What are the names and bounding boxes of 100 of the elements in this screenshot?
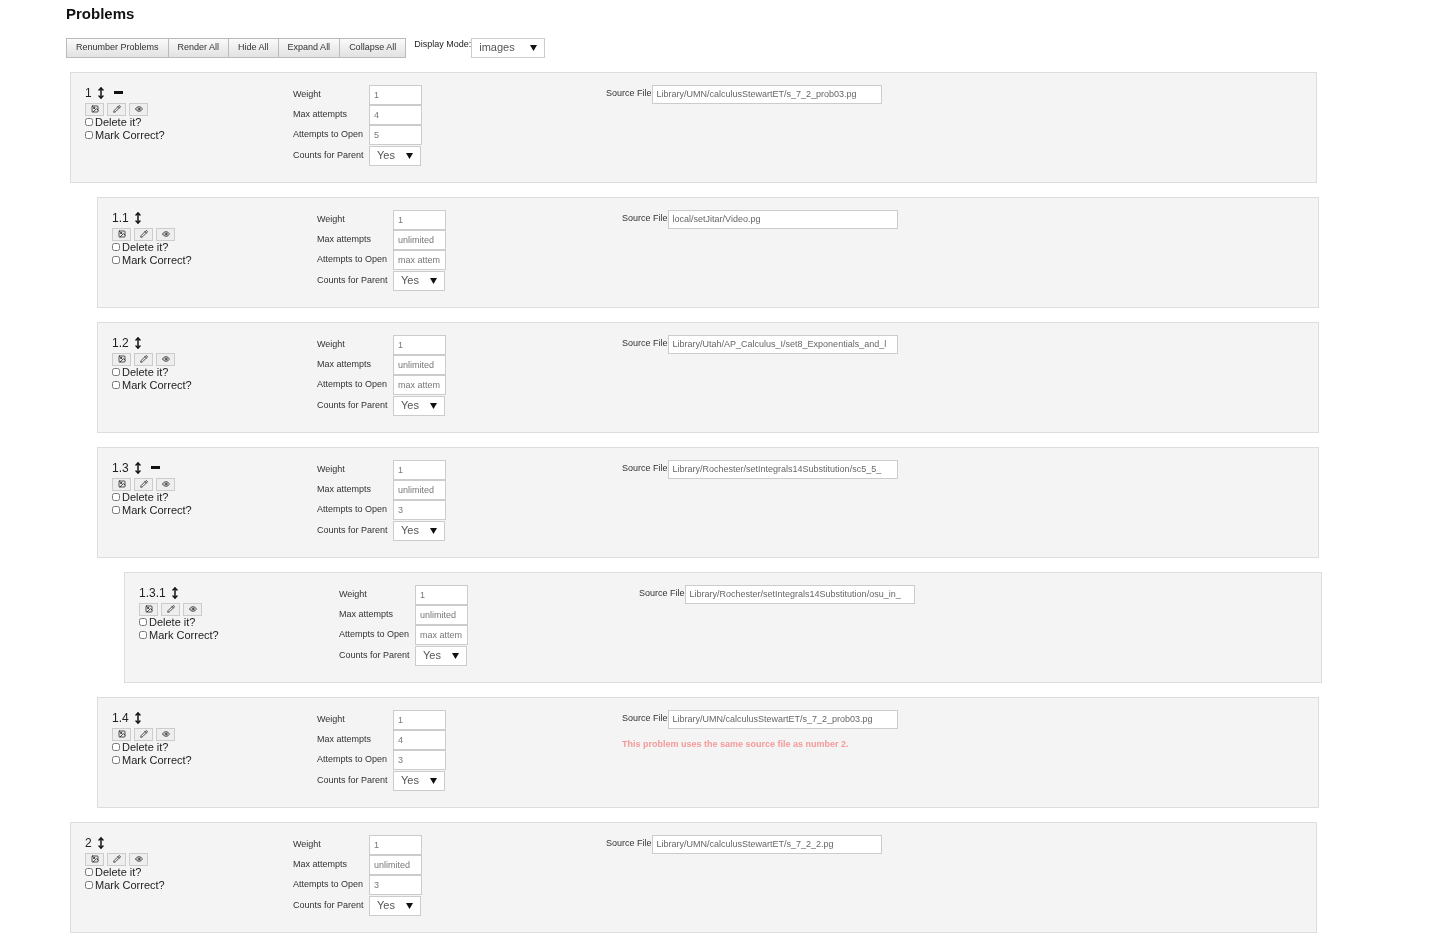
eye-button[interactable] (156, 727, 175, 741)
number-field[interactable]: 4 (393, 729, 446, 750)
eye-button[interactable] (156, 477, 175, 491)
checkbox[interactable] (112, 243, 120, 251)
source-file-field[interactable]: Library/UMN/calculusStewartET/s_7_2_prob03.pg (651, 84, 882, 104)
number-field[interactable]: 3 (393, 499, 446, 520)
number-field[interactable]: 1 (415, 584, 468, 605)
checkbox[interactable] (112, 493, 120, 501)
field-label: Attempts to Open (293, 127, 365, 141)
counts-select[interactable]: Yes (369, 895, 421, 916)
image-button[interactable] (112, 352, 131, 366)
toolbar-button[interactable]: Hide All (228, 37, 279, 58)
checkbox-label: Delete it? (95, 864, 142, 880)
number-field[interactable]: unlimited (393, 229, 446, 250)
image-button[interactable] (112, 727, 131, 741)
problem-number: 1 (85, 84, 92, 102)
number-field[interactable]: max attem (415, 624, 468, 645)
field-label: Source File (622, 462, 668, 476)
number-field[interactable]: 1 (393, 709, 446, 730)
number-field[interactable]: 5 (369, 124, 422, 145)
problem-number: 1.2 (112, 334, 129, 352)
collapse-icon[interactable] (113, 91, 123, 94)
checkbox[interactable] (85, 131, 93, 139)
checkbox[interactable] (112, 368, 120, 376)
toolbar-button[interactable]: Expand All (277, 37, 341, 58)
eye-button[interactable] (156, 352, 175, 366)
problem-number: 2 (85, 834, 92, 852)
caret-icon (430, 402, 437, 409)
checkbox[interactable] (85, 881, 93, 889)
checkbox[interactable] (112, 381, 120, 389)
field-label: Source File (606, 87, 652, 101)
checkbox[interactable] (112, 756, 120, 764)
collapse-icon[interactable] (150, 466, 160, 469)
number-field[interactable]: 1 (393, 209, 446, 230)
counts-select[interactable]: Yes (393, 395, 445, 416)
number-field[interactable]: unlimited (393, 479, 446, 500)
counts-select[interactable]: Yes (393, 520, 445, 541)
counts-select[interactable]: Yes (415, 645, 467, 666)
checkbox-label: Mark Correct? (95, 127, 165, 143)
field-label: Weight (317, 462, 346, 476)
checkbox[interactable] (139, 618, 147, 626)
problem-number: 1.3 (112, 459, 129, 477)
field-label: Max attempts (317, 482, 373, 496)
number-field[interactable]: 4 (369, 104, 422, 125)
number-field[interactable]: unlimited (393, 354, 446, 375)
image-icon (117, 730, 126, 738)
checkbox-label: Mark Correct? (149, 627, 219, 643)
checkbox[interactable] (112, 256, 120, 264)
field-label: Counts for Parent (317, 273, 389, 287)
source-file-field[interactable]: Library/UMN/calculusStewartET/s_7_2_2.pg (651, 834, 882, 854)
image-button[interactable] (139, 602, 158, 616)
image-button[interactable] (112, 477, 131, 491)
checkbox-label: Mark Correct? (122, 377, 192, 393)
checkbox[interactable] (85, 118, 93, 126)
checkbox-label: Delete it? (122, 739, 169, 755)
source-file-field[interactable]: Library/Rochester/setIntegrals14Substitution/sc5_5_ (667, 459, 898, 479)
image-button[interactable] (85, 852, 104, 866)
field-label: Weight (339, 587, 368, 601)
number-field[interactable]: 3 (393, 749, 446, 770)
eye-button[interactable] (129, 102, 148, 116)
source-file-field[interactable]: local/setJitar/Video.pg (667, 209, 898, 229)
eye-button[interactable] (156, 227, 175, 241)
number-field[interactable]: 1 (393, 334, 446, 355)
checkbox[interactable] (112, 743, 120, 751)
number-field[interactable]: 1 (393, 459, 446, 480)
field-label: Weight (293, 837, 322, 851)
image-button[interactable] (112, 227, 131, 241)
toolbar-button[interactable]: Collapse All (339, 37, 407, 58)
counts-select[interactable]: Yes (393, 770, 445, 791)
eye-icon (161, 355, 170, 363)
checkbox[interactable] (112, 506, 120, 514)
number-field[interactable]: 1 (369, 834, 422, 855)
display-mode-select[interactable]: images (471, 37, 546, 58)
pencil-icon (139, 355, 148, 363)
number-field[interactable]: 1 (369, 84, 422, 105)
number-field[interactable]: 3 (369, 874, 422, 895)
eye-icon (134, 855, 143, 863)
counts-select[interactable]: Yes (393, 270, 445, 291)
toolbar-button[interactable]: Render All (167, 37, 230, 58)
number-field[interactable]: max attem (393, 374, 446, 395)
field-label: Counts for Parent (293, 148, 365, 162)
checkbox[interactable] (85, 868, 93, 876)
field-label: Attempts to Open (317, 252, 389, 266)
counts-select[interactable]: Yes (369, 145, 421, 166)
image-icon (90, 105, 99, 113)
source-file-field[interactable]: Library/Rochester/setIntegrals14Substitution/osu_in_ (684, 584, 915, 604)
field-label: Counts for Parent (317, 773, 389, 787)
number-field[interactable]: unlimited (369, 854, 422, 875)
checkbox[interactable] (139, 631, 147, 639)
checkbox-label: Mark Correct? (95, 877, 165, 893)
toolbar-button[interactable]: Renumber Problems (66, 37, 169, 58)
number-field[interactable]: max attem (393, 249, 446, 270)
source-file-field[interactable]: Library/UMN/calculusStewartET/s_7_2_prob03.pg (667, 709, 898, 729)
eye-button[interactable] (129, 852, 148, 866)
eye-button[interactable] (183, 602, 202, 616)
pencil-icon (139, 230, 148, 238)
source-file-field[interactable]: Library/Utah/AP_Calculus_I/set8_Exponentials_and_l (667, 334, 898, 354)
field-label: Max attempts (339, 607, 395, 621)
number-field[interactable]: unlimited (415, 604, 468, 625)
image-button[interactable] (85, 102, 104, 116)
